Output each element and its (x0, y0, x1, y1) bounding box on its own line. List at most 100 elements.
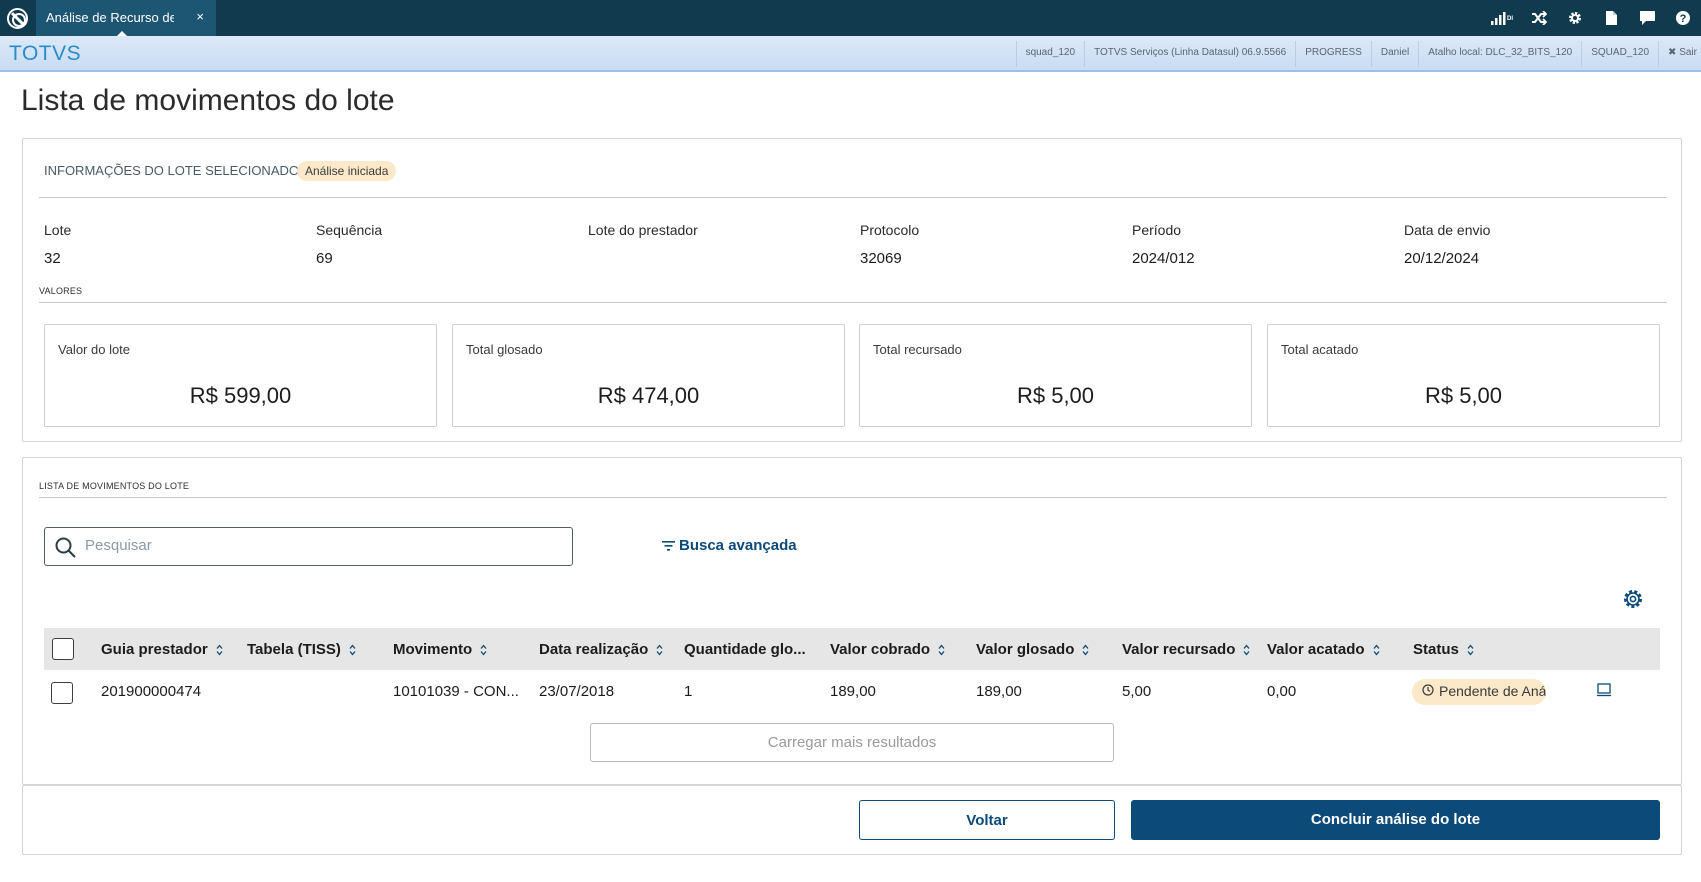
info-bar: TOTVS squad_120 TOTVS Serviços (Linha Da… (0, 36, 1701, 72)
conclude-analysis-button[interactable]: Concluir análise do lote (1131, 800, 1660, 840)
cell-valor-acatado: 0,00 (1267, 683, 1297, 700)
exit-button[interactable]: ✖ Sair (1658, 41, 1701, 67)
sort-icon[interactable] (1467, 644, 1474, 656)
info-item-shortcut: Atalho local: DLC_32_BITS_120 (1418, 41, 1581, 67)
column-label: Status (1413, 641, 1459, 658)
column-guia-prestador[interactable]: Guia prestador (101, 641, 223, 658)
field-label-periodo: Período (1132, 222, 1182, 238)
column-data-realizacao[interactable]: Data realização (539, 641, 663, 658)
card-total-acatado: Total acatado R$ 5,00 (1267, 324, 1660, 427)
sort-icon[interactable] (1243, 644, 1250, 656)
sort-icon[interactable] (1082, 644, 1089, 656)
sort-icon[interactable] (656, 644, 663, 656)
column-movimento[interactable]: Movimento (393, 641, 487, 658)
column-label: Valor cobrado (830, 641, 931, 658)
lote-info-panel: INFORMAÇÕES DO LOTE SELECIONADO Análise … (22, 138, 1682, 442)
column-label: Data realização (539, 641, 649, 658)
session-info: squad_120 TOTVS Serviços (Linha Datasul)… (1015, 41, 1701, 67)
column-quantidade-glosada[interactable]: Quantidade glo... (684, 641, 806, 658)
search-input[interactable] (85, 537, 555, 554)
field-label-data-envio: Data de envio (1404, 222, 1491, 238)
field-value-lote: 32 (44, 250, 61, 267)
divider (39, 197, 1667, 198)
field-label-protocolo: Protocolo (860, 222, 920, 238)
column-label: Valor glosado (976, 641, 1075, 658)
sort-icon[interactable] (349, 644, 356, 656)
field-value-sequencia: 69 (316, 250, 333, 267)
info-item-squad: squad_120 (1015, 41, 1085, 67)
detail-icon[interactable] (1597, 683, 1611, 697)
card-total-glosado: Total glosado R$ 474,00 (452, 324, 845, 427)
sort-icon[interactable] (1373, 644, 1380, 656)
document-icon[interactable] (1593, 0, 1629, 36)
chat-icon[interactable] (1629, 0, 1665, 36)
info-item-database: PROGRESS (1295, 41, 1371, 67)
card-label: Total glosado (466, 342, 543, 357)
card-value: R$ 5,00 (1016, 383, 1095, 408)
app-logo-icon[interactable] (7, 8, 28, 29)
column-valor-cobrado[interactable]: Valor cobrado (830, 641, 945, 658)
sort-icon[interactable] (216, 644, 223, 656)
cell-guia-prestador: 201900000474 (101, 683, 202, 700)
card-valor-lote: Valor do lote R$ 599,00 (44, 324, 437, 427)
cell-quantidade-glosada: 1 (684, 683, 693, 700)
cell-movimento: 10101039 - CON... (393, 683, 519, 700)
signal-icon[interactable]: DI (1485, 0, 1521, 36)
shuffle-icon[interactable] (1521, 0, 1557, 36)
column-tabela-tiss[interactable]: Tabela (TISS) (247, 641, 356, 658)
load-more-button[interactable]: Carregar mais resultados (590, 723, 1114, 762)
valores-label: VALORES (39, 286, 83, 296)
svg-text:DI: DI (1507, 16, 1513, 22)
tab-label: Análise de Recurso de (46, 10, 174, 25)
field-value-periodo: 2024/012 (1132, 250, 1195, 267)
card-total-recursado: Total recursado R$ 5,00 (859, 324, 1252, 427)
filter-icon (662, 540, 675, 551)
cell-valor-glosado: 189,00 (976, 683, 1022, 700)
column-valor-glosado[interactable]: Valor glosado (976, 641, 1089, 658)
column-label: Tabela (TISS) (247, 641, 341, 658)
advanced-search-button[interactable]: Busca avançada (662, 537, 797, 554)
gear-icon[interactable] (1557, 0, 1593, 36)
column-label: Movimento (393, 641, 473, 658)
cell-data-realizacao: 23/07/2018 (539, 683, 615, 700)
column-label: Guia prestador (101, 641, 208, 658)
sort-icon[interactable] (938, 644, 945, 656)
table-settings-icon[interactable] (1622, 588, 1644, 610)
cell-status-badge: Pendente de Análise (1412, 679, 1546, 705)
lote-info-title: INFORMAÇÕES DO LOTE SELECIONADO (44, 163, 299, 178)
help-icon[interactable]: ? (1665, 0, 1701, 36)
field-label-sequencia: Sequência (316, 222, 383, 238)
card-label: Valor do lote (58, 342, 131, 357)
movimentos-section-title: LISTA DE MOVIMENTOS DO LOTE (39, 481, 190, 491)
column-label: Valor recursado (1122, 641, 1236, 658)
column-valor-recursado[interactable]: Valor recursado (1122, 641, 1250, 658)
brand-logo: TOTVS (9, 42, 82, 65)
tab-close-icon[interactable]: × (196, 9, 204, 24)
field-value-data-envio: 20/12/2024 (1404, 250, 1480, 267)
clock-icon (1422, 684, 1434, 696)
search-field[interactable] (44, 527, 573, 566)
field-label-lote-prestador: Lote do prestador (588, 222, 698, 238)
card-value: R$ 599,00 (189, 383, 292, 408)
field-value-protocolo: 32069 (860, 250, 902, 267)
column-status[interactable]: Status (1413, 641, 1474, 658)
card-label: Total recursado (873, 342, 962, 357)
card-label: Total acatado (1281, 342, 1359, 357)
cell-valor-recursado: 5,00 (1122, 683, 1152, 700)
tab-analise-recurso[interactable]: Análise de Recurso de × (36, 0, 216, 36)
column-label: Quantidade glo... (684, 641, 806, 658)
info-item-user: Daniel (1370, 41, 1418, 67)
top-bar: Análise de Recurso de × DI ? (0, 0, 1701, 36)
select-all-checkbox[interactable] (52, 638, 74, 660)
row-checkbox[interactable] (51, 682, 73, 704)
divider (39, 302, 1667, 303)
page-title: Lista de movimentos do lote (21, 84, 395, 117)
column-label: Valor acatado (1267, 641, 1365, 658)
divider (39, 497, 1667, 498)
back-button[interactable]: Voltar (859, 800, 1115, 840)
column-valor-acatado[interactable]: Valor acatado (1267, 641, 1380, 658)
status-badge: Análise iniciada (297, 161, 397, 181)
table-header: Guia prestador Tabela (TISS) Movimento D… (44, 628, 1660, 670)
info-item-environment: SQUAD_120 (1581, 41, 1658, 67)
sort-icon[interactable] (480, 644, 487, 656)
